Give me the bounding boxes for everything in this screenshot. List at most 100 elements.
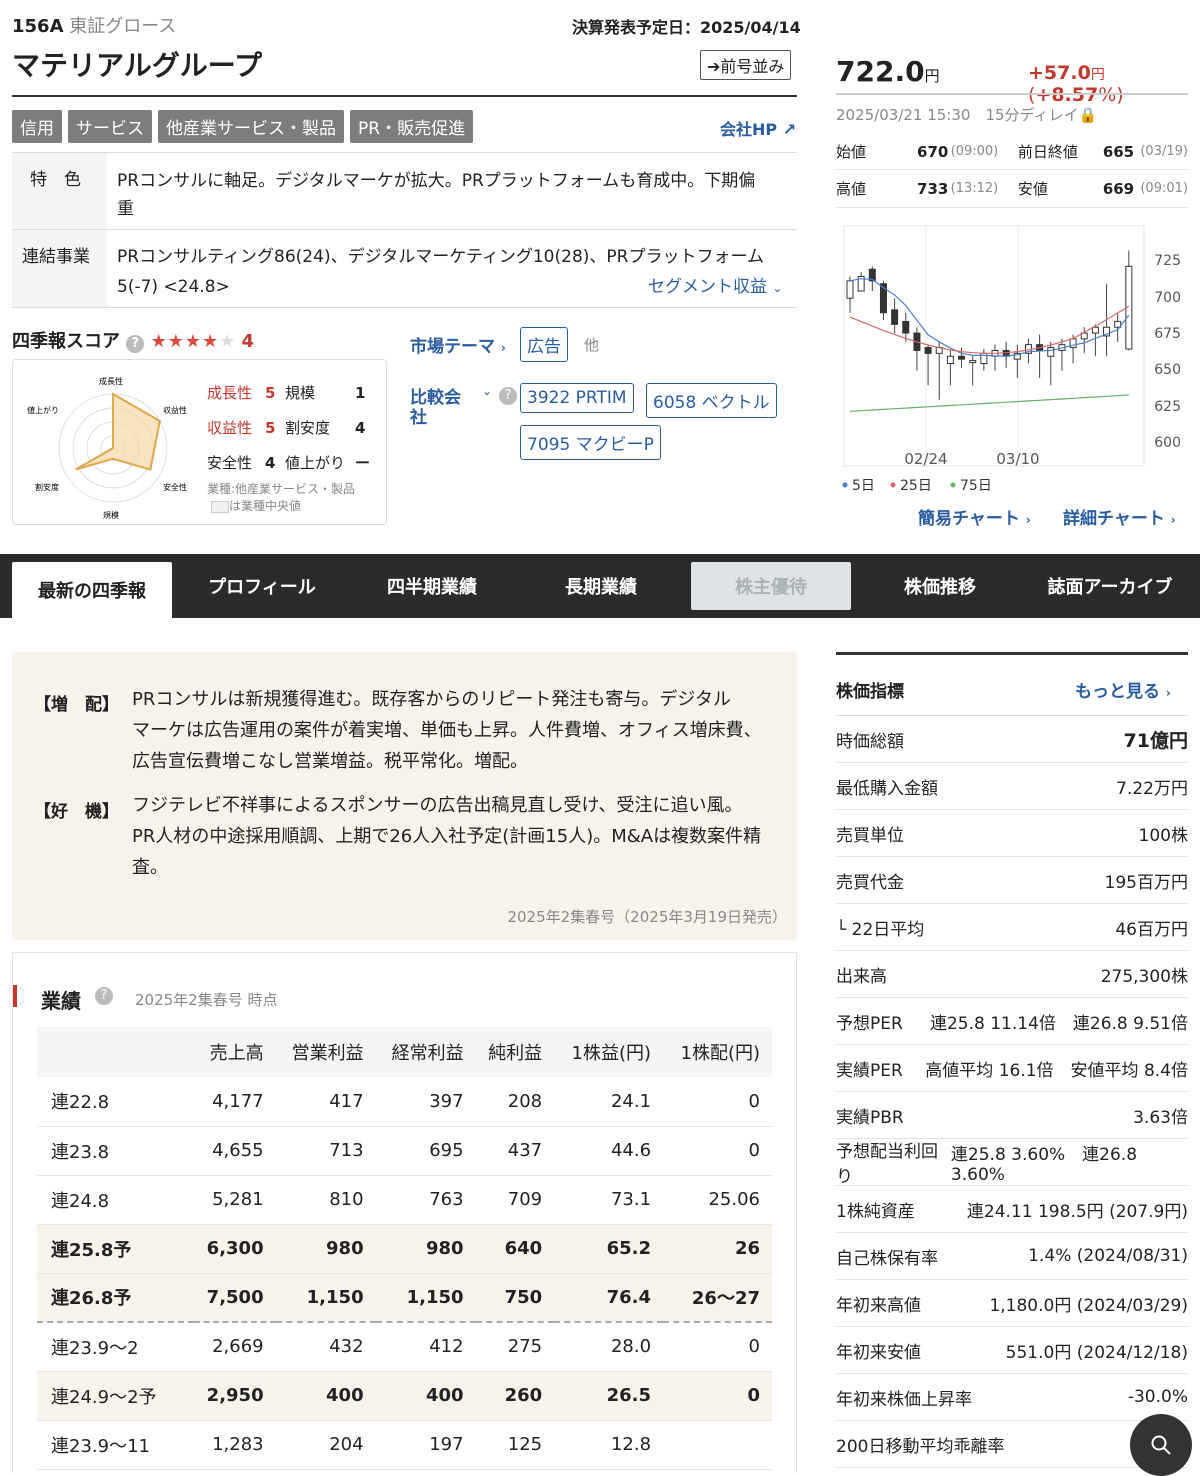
indicator-label: 売買代金 bbox=[836, 872, 904, 893]
earnings-date: 決算発表予定日：2025/04/14 bbox=[572, 18, 801, 37]
tag[interactable]: 他産業サービス・製品 bbox=[158, 110, 344, 143]
score-label: 割安度 bbox=[285, 419, 331, 437]
indicator-row: 自己株保有率 1.4% (2024/08/31) bbox=[836, 1233, 1188, 1280]
tag[interactable]: PR・販売促進 bbox=[350, 110, 474, 143]
indicator-value: 71億円 bbox=[1123, 729, 1188, 752]
table-cell: 400 bbox=[375, 1371, 476, 1421]
delay-text: 15分ディレイ bbox=[985, 106, 1079, 124]
legend-dot bbox=[950, 482, 956, 488]
company-hp-link[interactable]: 会社HP ↗ bbox=[720, 116, 796, 140]
tab-price-history[interactable]: 株価推移 bbox=[860, 562, 1020, 610]
tab-latest[interactable]: 最新の四季報 bbox=[12, 562, 172, 618]
table-row: 連25.8予 6,300 980 980 640 65.2 26 bbox=[37, 1224, 772, 1274]
tag[interactable]: 信用 bbox=[12, 110, 62, 143]
simple-chart-link[interactable]: 簡易チャート › bbox=[918, 504, 1031, 529]
indicator-row: └ 22日平均 46百万円 bbox=[836, 904, 1188, 951]
segment-label: セグメント収益 bbox=[648, 277, 767, 297]
radar-label-cheap: 割安度 bbox=[35, 482, 59, 492]
tab-profile[interactable]: プロフィール bbox=[182, 562, 342, 610]
help-icon[interactable]: ? bbox=[126, 335, 145, 353]
business-row: 連結事業 PRコンサルティング86(24)、デジタルマーケティング10(28)、… bbox=[12, 230, 797, 308]
col-header: 経常利益 bbox=[375, 1027, 476, 1077]
help-icon[interactable]: ? bbox=[95, 987, 113, 1005]
compare-chip[interactable]: 6058 ベクトル bbox=[646, 383, 777, 418]
table-cell: 2,950 bbox=[193, 1371, 276, 1421]
price-chart[interactable]: 725 700 675 650 625 600 02/24 03/10 5日 2… bbox=[836, 222, 1196, 492]
table-cell: 1,150 bbox=[275, 1273, 376, 1323]
news-line: 広告宣伝費増こなし営業増益。税平常化。増配。 bbox=[132, 751, 528, 772]
table-cell: 260 bbox=[475, 1371, 555, 1421]
score-label: 収益性 bbox=[207, 419, 253, 437]
tag-list: 信用 サービス 他産業サービス・製品 PR・販売促進 bbox=[12, 110, 479, 143]
indicator-value: 7.22万円 bbox=[1116, 778, 1188, 799]
features-line: 重 bbox=[117, 199, 134, 219]
indicator-row: 年初来安値 551.0円 (2024/12/18) bbox=[836, 1327, 1188, 1374]
indicator-label: 実績PER bbox=[836, 1060, 903, 1081]
table-cell: 28.0 bbox=[554, 1321, 664, 1372]
tag[interactable]: サービス bbox=[68, 110, 152, 143]
features-row: 特 色 PRコンサルに軸足。デジタルマーケが拡大。PRプラットフォームも育成中。… bbox=[12, 152, 797, 230]
table-row: 連23.9～11 1,283 204 197 125 12.8 bbox=[37, 1420, 772, 1470]
prev-issue-button[interactable]: ➔前号並み bbox=[700, 50, 792, 80]
indicator-value: 連24.11 198.5円 (207.9円) bbox=[966, 1201, 1188, 1222]
radar-label-safety: 安全性 bbox=[163, 482, 187, 492]
features-line: PRコンサルに軸足。デジタルマーケが拡大。PRプラットフォームも育成中。下期偏 bbox=[117, 171, 756, 191]
detail-chart-label: 詳細チャート bbox=[1063, 509, 1165, 529]
score-val: 5 bbox=[265, 419, 276, 437]
chart-frame bbox=[843, 225, 1145, 467]
price-unit: 円 bbox=[924, 67, 940, 85]
table-cell: 0 bbox=[663, 1077, 772, 1127]
help-icon[interactable]: ? bbox=[499, 387, 517, 405]
theme-link[interactable]: 市場テーマ › bbox=[410, 332, 506, 357]
table-cell: 417 bbox=[275, 1077, 376, 1127]
score-label: 値上がり bbox=[285, 454, 346, 472]
stock-code: 156A bbox=[12, 16, 64, 37]
external-link-icon: ↗ bbox=[782, 120, 797, 139]
col-header: 営業利益 bbox=[275, 1027, 376, 1077]
indicator-row: 年初来高値 1,180.0円 (2024/03/29) bbox=[836, 1280, 1188, 1327]
score-val: 1 bbox=[355, 384, 366, 402]
more-link[interactable]: もっと見る › bbox=[1075, 677, 1171, 702]
indicator-value: 100株 bbox=[1138, 825, 1188, 846]
legend-dot bbox=[842, 482, 848, 488]
table-row: 連24.8 5,281 810 763 709 73.1 25.06 bbox=[37, 1175, 772, 1225]
segment-link[interactable]: セグメント収益 ⌄ bbox=[648, 272, 782, 297]
score-val: 5 bbox=[265, 384, 276, 402]
tab-archive[interactable]: 誌面アーカイブ bbox=[1030, 562, 1190, 610]
table-cell: 0 bbox=[663, 1371, 772, 1421]
table-cell: 713 bbox=[275, 1126, 376, 1176]
company-hp-label: 会社HP bbox=[720, 120, 778, 139]
chevron-down-icon[interactable]: ⌄ bbox=[482, 384, 492, 398]
score-label: 規模 bbox=[285, 384, 316, 402]
candle-body bbox=[946, 355, 954, 364]
table-cell: 763 bbox=[375, 1175, 476, 1225]
indicator-value: 3.63倍 bbox=[1133, 1107, 1188, 1128]
indicator-row: 予想配当利回り 連25.8 3.60% 連26.8 3.60% bbox=[836, 1139, 1188, 1187]
tab-bar: 最新の四季報 プロフィール 四半期業績 長期業績 株主優待 株価推移 誌面アーカ… bbox=[0, 554, 1200, 618]
table-cell: 640 bbox=[475, 1224, 555, 1274]
perf-body: 連22.8 4,177 417 397 208 24.1 0 連23.8 4,655 713 695… bbox=[37, 1077, 772, 1470]
search-fab[interactable] bbox=[1130, 1414, 1192, 1476]
indicator-value: 連25.8 3.60% 連26.8 3.60% bbox=[950, 1144, 1138, 1185]
table-cell: 65.2 bbox=[554, 1224, 664, 1274]
theme-other: 他 bbox=[584, 336, 600, 354]
indicator-value: 1.4% (2024/08/31) bbox=[1028, 1246, 1188, 1266]
candle-body bbox=[846, 280, 854, 299]
detail-chart-link[interactable]: 詳細チャート › bbox=[1063, 504, 1176, 529]
tab-quarterly[interactable]: 四半期業績 bbox=[352, 562, 512, 610]
value: 665 bbox=[1102, 142, 1135, 161]
compare-label[interactable]: 比較会社 bbox=[410, 388, 461, 428]
radar-label-profit: 収益性 bbox=[163, 405, 187, 415]
issue-label: 2025年2集春号（2025年3月19日発売） bbox=[507, 908, 787, 926]
table-cell: 連26.8予 bbox=[37, 1273, 194, 1323]
perf-table: 売上高 営業利益 経常利益 純利益 1株益(円) 1株配(円) 連22.8 4,177 417… bbox=[37, 1027, 772, 1470]
score-title: 四季報スコア ? ★★★★★ 4 bbox=[12, 327, 254, 353]
price-row-high: 高値 733 (13:12) 安値 669 (09:01) bbox=[836, 170, 1188, 208]
table-row: 連23.8 4,655 713 695 437 44.6 0 bbox=[37, 1126, 772, 1176]
theme-chip[interactable]: 広告 bbox=[520, 327, 568, 362]
compare-chip[interactable]: 3922 PRTIM bbox=[520, 383, 634, 413]
table-cell: 437 bbox=[475, 1126, 555, 1176]
compare-chip[interactable]: 7095 マクビーP bbox=[520, 425, 661, 460]
tab-longterm[interactable]: 長期業績 bbox=[521, 562, 681, 610]
business-line: PRコンサルティング86(24)、デジタルマーケティング10(28)、PRプラッ… bbox=[117, 247, 764, 267]
